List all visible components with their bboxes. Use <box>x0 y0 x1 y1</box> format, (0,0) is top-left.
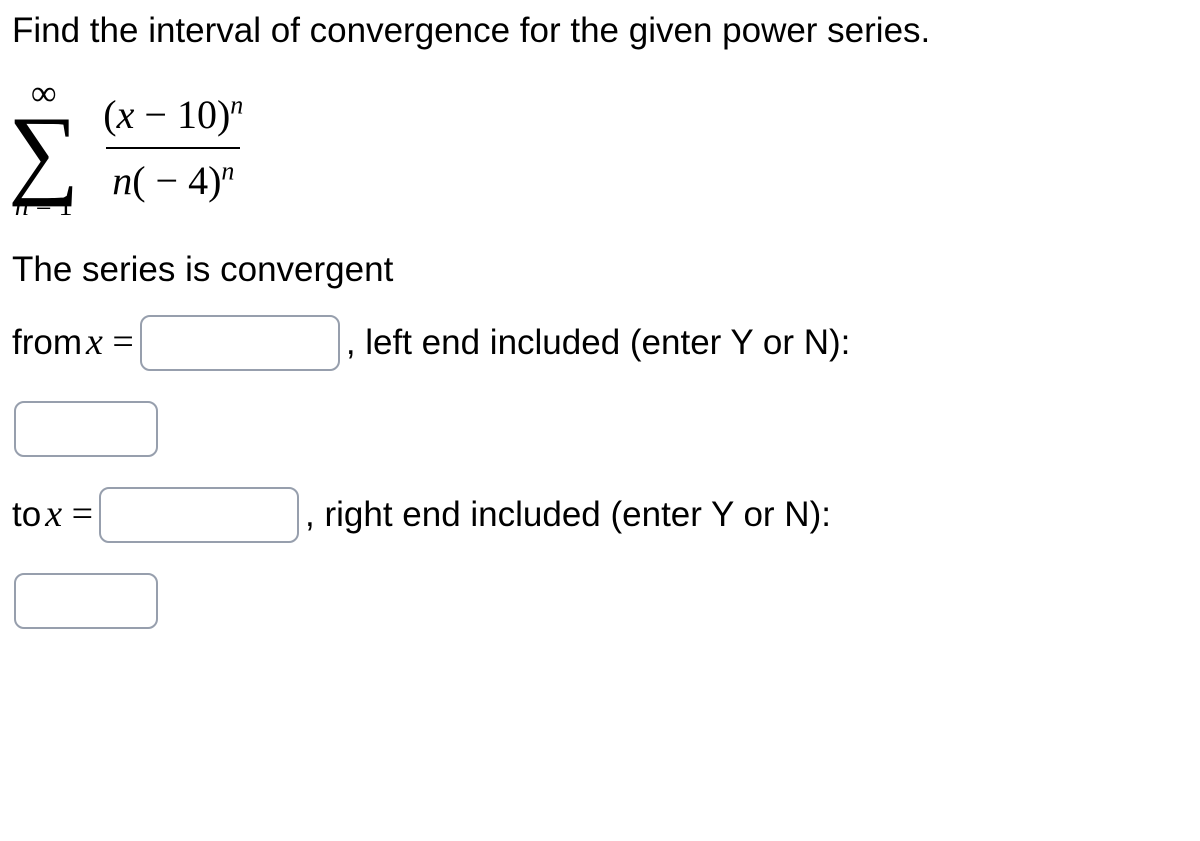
to-label: to <box>12 492 41 538</box>
fraction: (x − 10)n n( − 4)n <box>97 89 249 207</box>
denominator: n( − 4)n <box>106 147 240 207</box>
convergence-statement: The series is convergent <box>12 247 1188 293</box>
right-end-input[interactable] <box>14 573 158 629</box>
summation-operator: ∞ ∑ n = 1 <box>8 77 79 220</box>
lower-limit: n = 1 <box>15 194 73 219</box>
from-x-input[interactable] <box>140 315 340 371</box>
to-x-input[interactable] <box>99 487 299 543</box>
right-end-label: , right end included (enter Y or N): <box>305 492 831 538</box>
numerator: (x − 10)n <box>97 89 249 147</box>
to-row: to x = , right end included (enter Y or … <box>12 483 1188 547</box>
from-label: from <box>12 320 82 366</box>
sigma-symbol: ∑ <box>8 109 79 194</box>
from-row: from x = , left end included (enter Y or… <box>12 311 1188 375</box>
question-prompt: Find the interval of convergence for the… <box>12 8 1188 54</box>
left-end-label: , left end included (enter Y or N): <box>346 320 851 366</box>
from-x-equals: x = <box>86 318 134 367</box>
left-end-input[interactable] <box>14 401 158 457</box>
series-formula: ∞ ∑ n = 1 (x − 10)n n( − 4)n <box>12 66 1188 220</box>
to-x-equals: x = <box>45 490 93 539</box>
